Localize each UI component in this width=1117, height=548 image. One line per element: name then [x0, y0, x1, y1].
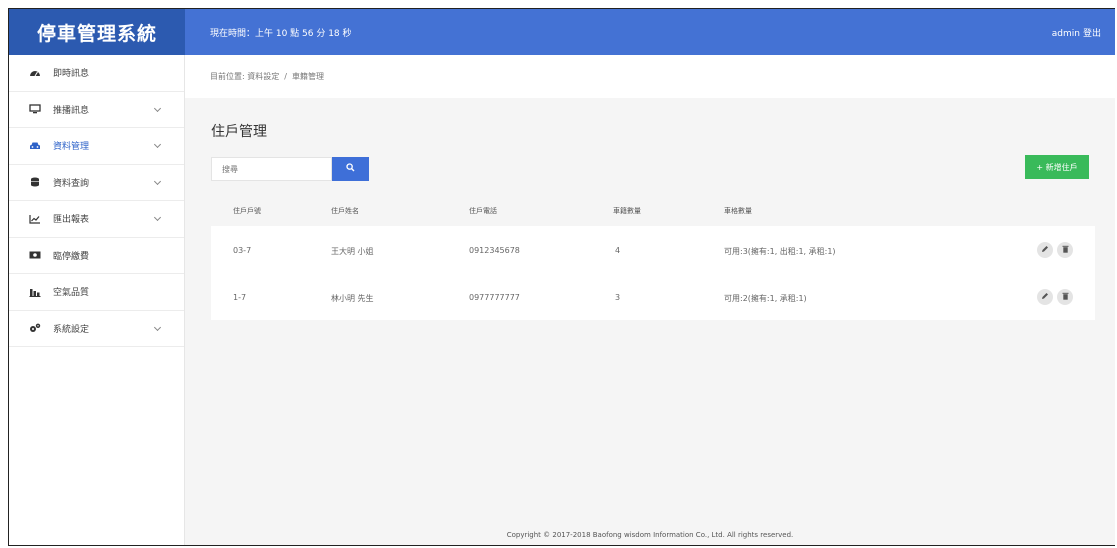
bar-chart-icon [29, 287, 41, 297]
cell-phone: 0977777777 [469, 293, 520, 302]
chevron-down-icon [153, 213, 162, 222]
trash-icon [1062, 292, 1069, 302]
chevron-down-icon [153, 140, 162, 149]
sidebar-item-parking-fee[interactable]: 臨停繳費 [9, 238, 184, 274]
column-header[interactable]: 住戶姓名 [331, 206, 359, 216]
cell-name: 林小明 先生 [331, 294, 374, 303]
sidebar-item-air-quality[interactable]: 空氣品質 [9, 274, 184, 311]
chevron-down-icon [153, 177, 162, 185]
cell-space-count: 可用:2(擁有:1, 承租:1) [724, 294, 807, 303]
cell-vehicle-count: 3 [615, 293, 621, 302]
app-title: 停車管理系統 [36, 22, 157, 45]
main-content: 目前位置: 資料設定 / 車籍管理 住戶管理 + 新增住戶 住戶戶號 住戶姓名 住戶… [185, 55, 1115, 545]
sidebar-item-data-query[interactable]: 資料查詢 [9, 165, 184, 201]
delete-button[interactable] [1057, 289, 1073, 305]
app-window: 停車管理系統 現在時間：上午 10 點 56 分 18 秒 admin 登出 即時… [8, 8, 1115, 546]
sidebar-item-label: 資料查詢 [53, 178, 90, 189]
search-input[interactable] [211, 157, 332, 181]
cell-space-count: 可用:3(擁有:1, 出租:1, 承租:1) [724, 247, 836, 256]
column-header[interactable]: 住戶戶號 [233, 206, 261, 216]
car-icon [29, 141, 41, 151]
table-row[interactable]: 1-7 林小明 先生 0977777777 3 可用:2(擁有:1, 承租:1) [211, 273, 1095, 318]
breadcrumb-separator: / [284, 72, 287, 81]
sidebar-item-export-report[interactable]: 匯出報表 [9, 201, 184, 238]
app-logo[interactable]: 停車管理系統 [9, 9, 185, 55]
logout-link[interactable]: 登出 [1083, 29, 1101, 39]
cogs-icon [29, 323, 41, 333]
cell-name: 王大明 小姐 [331, 247, 374, 256]
dashboard-icon [29, 68, 41, 78]
cell-phone: 0912345678 [469, 246, 520, 255]
database-icon [29, 177, 41, 187]
column-header[interactable]: 車格數量 [724, 206, 752, 216]
breadcrumb-prefix: 目前位置: [210, 72, 245, 81]
cell-vehicle-count: 4 [615, 246, 621, 255]
column-header[interactable]: 車籍數量 [613, 206, 641, 216]
username: admin [1051, 29, 1080, 39]
sidebar-item-system-settings[interactable]: 系統設定 [9, 311, 184, 347]
sidebar-item-label: 臨停繳費 [53, 251, 90, 262]
resident-table: 03-7 王大明 小姐 0912345678 4 可用:3(擁有:1, 出租:1… [211, 226, 1095, 320]
sidebar-item-label: 資料管理 [53, 142, 90, 153]
chevron-down-icon [153, 323, 162, 331]
sidebar-item-label: 推播訊息 [53, 105, 90, 116]
delete-button[interactable] [1057, 242, 1073, 258]
table-header: 住戶戶號 住戶姓名 住戶電話 車籍數量 車格數量 [211, 198, 1095, 220]
money-icon [29, 250, 41, 260]
trash-icon [1062, 245, 1069, 255]
edit-button[interactable] [1037, 289, 1053, 305]
user-box: admin 登出 [1049, 26, 1101, 39]
chevron-down-icon [153, 104, 162, 112]
cell-unit-no: 1-7 [233, 293, 247, 302]
top-header: 現在時間：上午 10 點 56 分 18 秒 admin 登出 [185, 9, 1115, 55]
add-resident-button[interactable]: + 新增住戶 [1025, 155, 1089, 179]
sidebar-item-push[interactable]: 推播訊息 [9, 92, 184, 128]
page-title: 住戶管理 [211, 124, 267, 140]
sidebar-item-label: 空氣品質 [53, 288, 90, 299]
edit-button[interactable] [1037, 242, 1053, 258]
search-icon [346, 163, 355, 175]
cell-unit-no: 03-7 [233, 246, 252, 255]
sidebar-item-realtime[interactable]: 即時訊息 [9, 55, 184, 92]
column-header[interactable]: 住戶電話 [469, 206, 497, 216]
copyright-footer: Copyright © 2017-2018 Baofong wisdom Inf… [506, 531, 794, 539]
sidebar: 即時訊息 推播訊息 資料管理 資料查詢 匯出報表 臨停繳費 空氣品質 系統設定 [9, 55, 185, 545]
sidebar-item-label: 匯出報表 [53, 215, 90, 226]
table-row[interactable]: 03-7 王大明 小姐 0912345678 4 可用:3(擁有:1, 出租:1… [211, 226, 1095, 271]
current-time: 現在時間：上午 10 點 56 分 18 秒 [210, 29, 352, 39]
breadcrumb-level2: 車籍管理 [291, 72, 324, 81]
line-chart-icon [29, 214, 41, 224]
breadcrumb-level1[interactable]: 資料設定 [247, 71, 279, 82]
pencil-icon [1041, 292, 1049, 302]
sidebar-item-label: 即時訊息 [53, 69, 90, 80]
sidebar-item-data-manage[interactable]: 資料管理 [9, 128, 184, 165]
sidebar-item-label: 系統設定 [53, 324, 90, 335]
search-button[interactable] [332, 157, 369, 181]
breadcrumb: 目前位置: 資料設定 / 車籍管理 [185, 55, 1115, 98]
pencil-icon [1041, 245, 1049, 255]
monitor-icon [29, 104, 41, 114]
